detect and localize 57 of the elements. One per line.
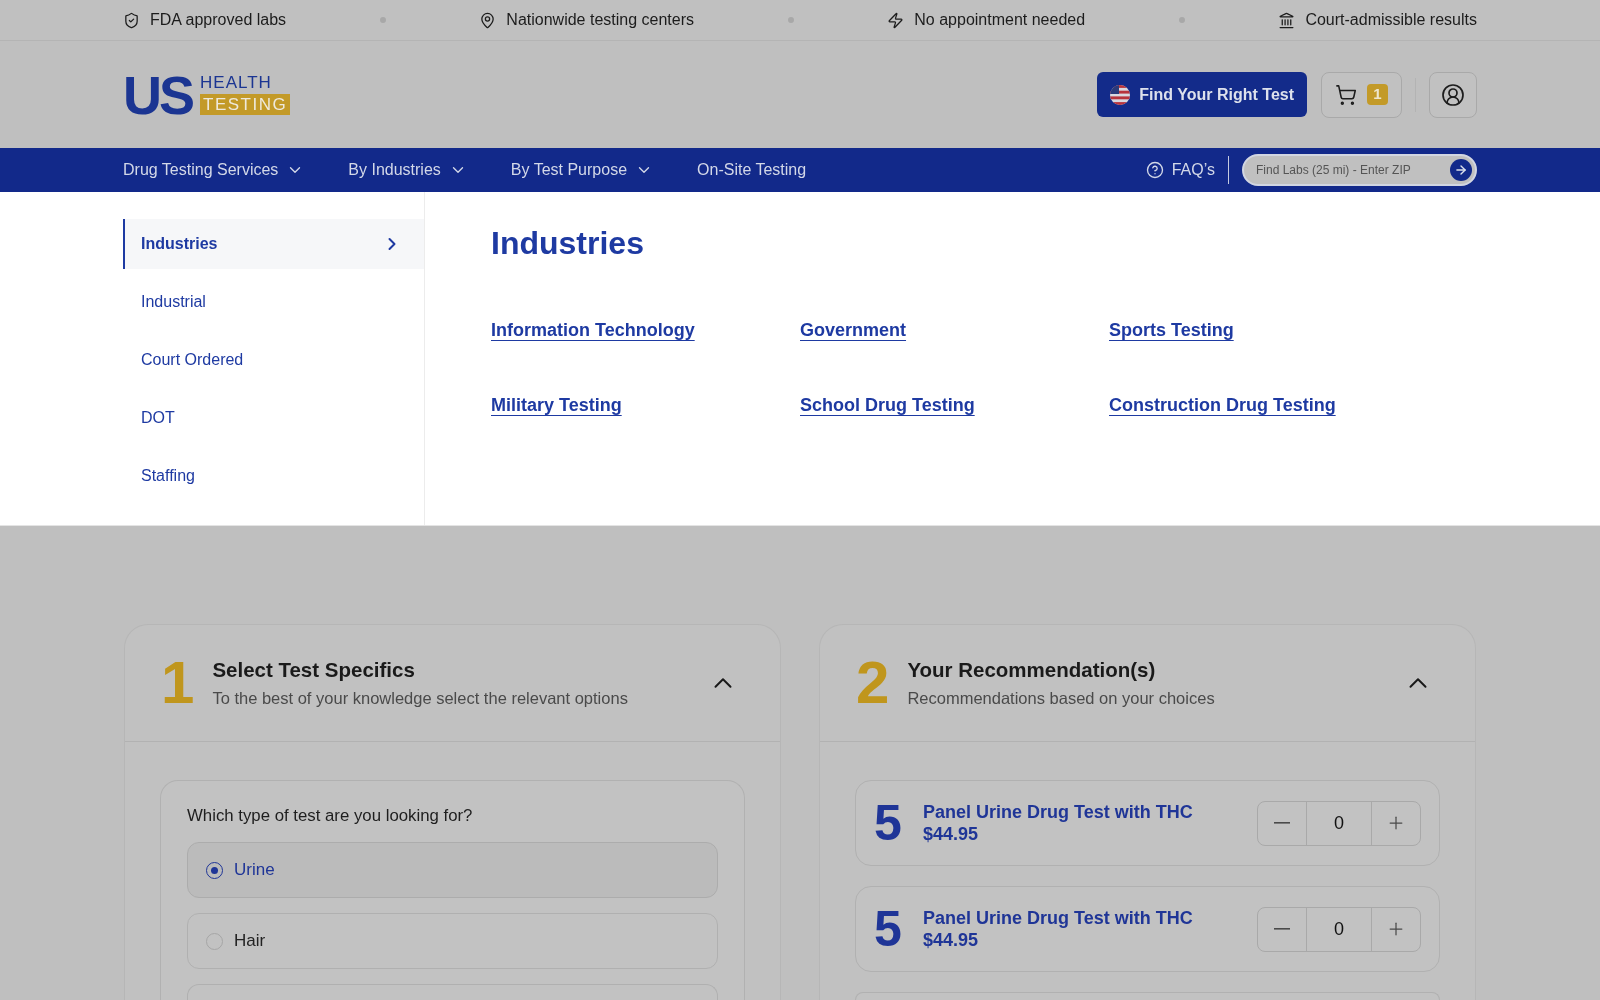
quantity-stepper[interactable]: 0 <box>1257 800 1421 846</box>
nav-menu-item[interactable]: Drug Testing Services <box>123 158 305 182</box>
category-menu-item[interactable]: DOT <box>123 393 424 443</box>
product-price: $44.95 <box>923 823 980 845</box>
step-subtitle: Recommendations based on your choices <box>907 688 1215 708</box>
quantity-field[interactable]: 0 <box>1306 907 1372 951</box>
flag-icon <box>1110 84 1131 105</box>
industry-link[interactable]: School Drug Testing <box>800 394 975 416</box>
test-type-option[interactable]: Urine <box>187 842 718 898</box>
minus-icon <box>1274 928 1290 930</box>
nav-menu-item[interactable]: On-Site Testing <box>697 158 807 182</box>
industry-link[interactable]: Government <box>800 319 907 341</box>
search-field[interactable]: Find Labs (25 mi) - Enter ZIP <box>1242 154 1477 186</box>
logo-badge: TESTING <box>200 94 291 115</box>
quantity-stepper[interactable]: 0 <box>1257 906 1421 952</box>
product-title[interactable]: Panel Urine Drug Test with THC <box>923 907 1193 929</box>
industry-link[interactable]: Military Testing <box>491 394 622 416</box>
category-menu-item[interactable]: Industries <box>123 219 424 269</box>
feature-label: No appointment needed <box>914 10 1086 30</box>
minus-icon <box>1274 822 1290 824</box>
step-number: 2 <box>856 653 890 713</box>
user-icon <box>1441 82 1465 107</box>
category-menu-item[interactable]: Court Ordered <box>123 335 424 385</box>
panel-number: 5 <box>874 904 903 954</box>
step-subtitle: To the best of your knowledge select the relevant options <box>212 688 628 708</box>
feature-label: Nationwide testing centers <box>506 10 694 30</box>
industry-link[interactable]: Information Technology <box>491 319 695 341</box>
logo-mark[interactable]: US <box>123 71 192 118</box>
bank-icon <box>1278 11 1296 29</box>
map-pin-icon <box>479 11 497 29</box>
test-type-option[interactable]: Hair <box>187 913 718 969</box>
faq-link[interactable]: FAQ’s <box>1145 158 1215 182</box>
product-title[interactable]: Panel Urine Drug Test with THC <box>923 801 1193 823</box>
menu-heading: Industries <box>491 224 645 262</box>
step-title: Select Test Specifics <box>212 658 416 682</box>
step-number: 1 <box>161 653 195 713</box>
cart-icon <box>1335 83 1357 106</box>
panel-number: 5 <box>874 798 903 848</box>
category-menu-item[interactable]: Industrial <box>123 277 424 327</box>
lightning-icon <box>887 11 905 29</box>
account-button[interactable] <box>1429 71 1477 118</box>
step-title: Your Recommendation(s) <box>907 658 1157 682</box>
shield-check-icon <box>123 11 140 29</box>
cart-count-badge: 1 <box>1367 84 1388 105</box>
help-icon <box>1145 161 1164 179</box>
logo-text: HEALTH <box>200 74 272 92</box>
category-menu-item[interactable]: Staffing <box>123 451 424 501</box>
question-text: Which type of test are you looking for? <box>187 807 474 825</box>
quantity-field[interactable]: 0 <box>1306 801 1372 845</box>
nav-menu-item[interactable]: By Industries <box>348 158 467 182</box>
feature-label: Court-admissible results <box>1305 10 1477 30</box>
industry-link[interactable]: Sports Testing <box>1109 319 1234 341</box>
feature-label: FDA approved labs <box>150 10 287 30</box>
nav-menu-item[interactable]: By Test Purpose <box>510 158 654 182</box>
product-price: $44.95 <box>923 929 980 951</box>
industry-link[interactable]: Construction Drug Testing <box>1109 394 1336 416</box>
find-test-button[interactable]: Find Your Right Test <box>1097 72 1307 117</box>
